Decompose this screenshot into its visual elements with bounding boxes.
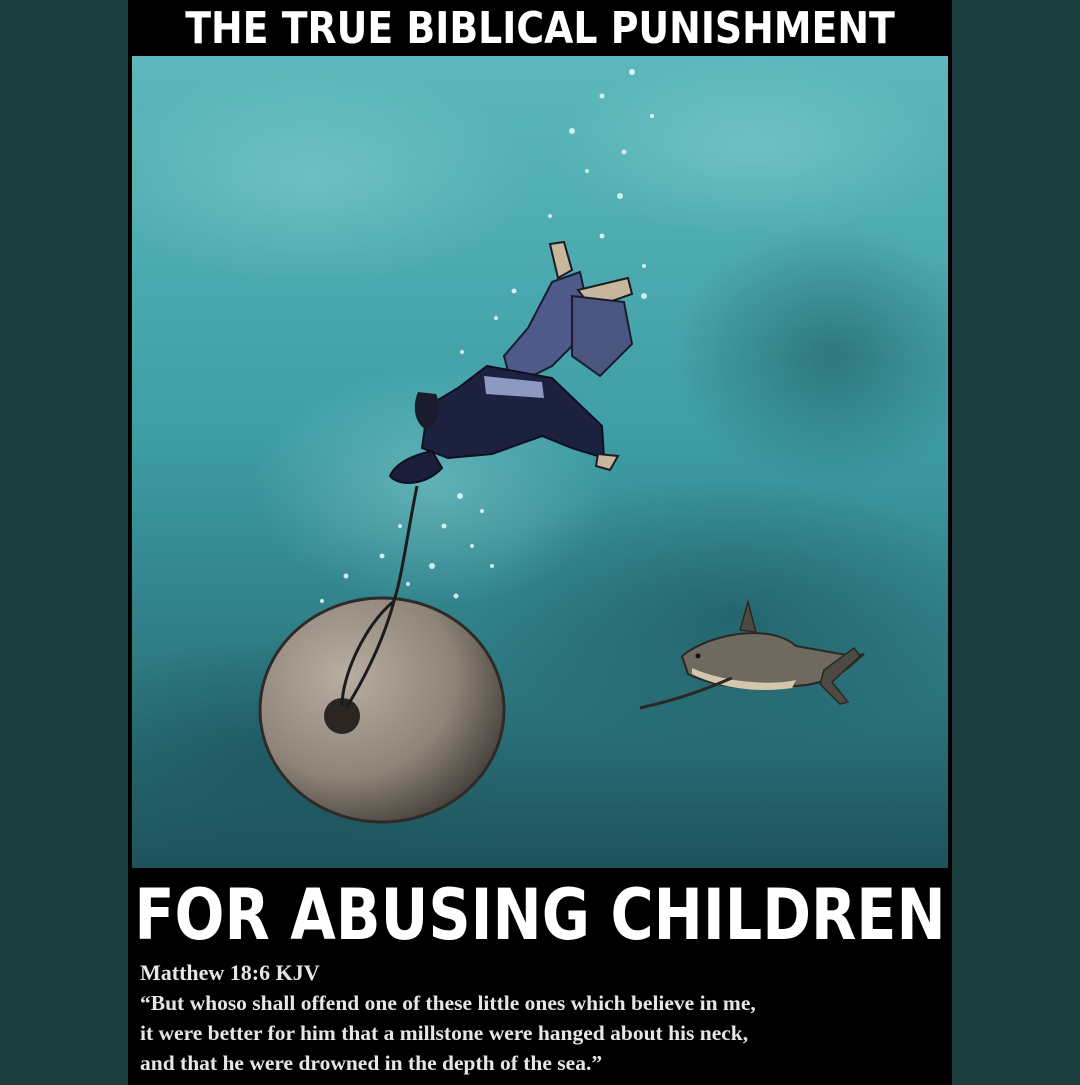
verse-line: it were better for him that a millstone … [140,1021,749,1045]
verse-line: “But whoso shall offend one of these lit… [140,991,756,1015]
top-title: THE TRUE BIBLICAL PUNISHMENT [185,2,895,54]
scripture-reference: Matthew 18:6 KJV [140,960,320,985]
scripture-verse: “But whoso shall offend one of these lit… [140,988,946,1078]
poster: THE TRUE BIBLICAL PUNISHMENT FOR ABUSING… [128,0,952,1085]
underwater-illustration [132,56,948,868]
verse-line: and that he were drowned in the depth of… [140,1051,603,1075]
millstone [258,596,506,824]
page-frame: THE TRUE BIBLICAL PUNISHMENT FOR ABUSING… [0,0,1080,1085]
bottom-title: FOR ABUSING CHILDREN [134,874,946,956]
